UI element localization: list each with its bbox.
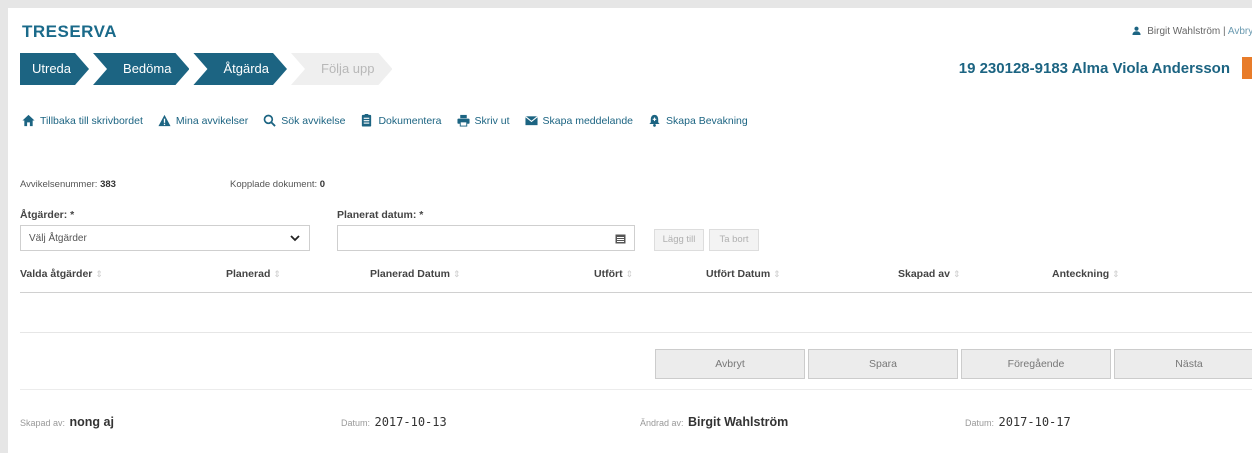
back-to-desk-link[interactable]: Tillbaka till skrivbordet <box>22 114 143 127</box>
toolbar-label: Mina avvikelser <box>175 114 249 127</box>
column-header-skapad-av[interactable]: Skapad av ⇕ <box>898 268 961 280</box>
search-deviation-link[interactable]: Sök avvikelse <box>263 114 345 127</box>
created-by: Skapad av: nong aj <box>20 413 114 431</box>
column-header-label: Skapad av <box>898 268 950 280</box>
add-action-button[interactable]: Lägg till <box>654 229 704 251</box>
actions-select[interactable]: Välj Åtgärder <box>20 225 310 251</box>
column-header-planerad-datum[interactable]: Planerad Datum ⇕ <box>370 268 461 280</box>
user-box: Birgit Wahlström | Avbryt <box>1132 26 1252 37</box>
sort-icon: ⇕ <box>773 269 781 279</box>
footer-divider <box>20 389 1252 390</box>
step-folja-upp[interactable]: Följa upp <box>291 53 392 85</box>
changed-date: Datum: 2017-10-17 <box>965 413 1071 431</box>
sort-icon: ⇕ <box>273 269 281 279</box>
step-atgarda[interactable]: Åtgärda <box>193 53 287 85</box>
create-watch-link[interactable]: Skapa Bevakning <box>648 114 748 127</box>
column-header-label: Utfört Datum <box>706 268 771 280</box>
envelope-icon <box>524 116 538 126</box>
created-date-label: Datum: <box>341 418 371 428</box>
calendar-icon[interactable] <box>615 233 626 244</box>
created-date: Datum: 2017-10-13 <box>341 413 447 431</box>
toolbar-label: Skapa meddelande <box>542 114 634 127</box>
cancel-link[interactable]: Avbryt <box>1228 26 1252 37</box>
sort-icon: ⇕ <box>452 269 461 279</box>
column-header-label: Planerad <box>226 268 271 280</box>
create-message-link[interactable]: Skapa meddelande <box>524 114 634 127</box>
remove-action-button[interactable]: Ta bort <box>709 229 759 251</box>
user-name: Birgit Wahlström <box>1147 26 1221 37</box>
linked-documents: Kopplade dokument: 0 <box>230 179 325 190</box>
column-header-anteckning[interactable]: Anteckning ⇕ <box>1052 268 1120 280</box>
page: TRESERVA Birgit Wahlström | Avbryt Utred… <box>8 8 1252 453</box>
column-header-planerad[interactable]: Planerad ⇕ <box>226 268 281 280</box>
document-link[interactable]: Dokumentera <box>360 114 442 127</box>
changed-by: Ändrad av: Birgit Wahlström <box>640 413 788 431</box>
previous-button[interactable]: Föregående <box>961 349 1111 379</box>
step-bedoma[interactable]: Bedöma <box>93 53 189 85</box>
toolbar-label: Sök avvikelse <box>281 114 346 127</box>
table-divider <box>20 332 1252 333</box>
search-icon <box>263 114 276 127</box>
workflow-steps: Utreda Bedöma Åtgärda Följa upp <box>20 53 396 85</box>
deviation-number-value: 383 <box>100 179 116 190</box>
next-button[interactable]: Nästa <box>1114 349 1252 379</box>
created-by-label: Skapad av: <box>20 418 66 428</box>
column-header-label: Valda åtgärder <box>20 268 93 280</box>
actions-table-header: Valda åtgärder ⇕ Planerad ⇕ Planerad Datum… <box>20 260 1252 293</box>
print-link[interactable]: Skriv ut <box>456 114 510 127</box>
toolbar: Tillbaka till skrivbordet Mina avvikelse… <box>22 114 763 127</box>
orange-logo-icon <box>1242 57 1252 79</box>
actions-select-value: Välj Åtgärder <box>29 233 87 244</box>
changed-date-value: 2017-10-17 <box>998 415 1071 429</box>
home-icon <box>22 114 35 127</box>
linked-documents-value: 0 <box>319 179 326 190</box>
toolbar-label: Dokumentera <box>378 114 442 127</box>
created-date-value: 2017-10-13 <box>374 415 447 429</box>
column-header-valda-atgarder[interactable]: Valda åtgärder ⇕ <box>20 268 103 280</box>
sort-icon: ⇕ <box>1112 269 1120 279</box>
linked-documents-label: Kopplade dokument: <box>230 179 318 190</box>
warning-icon <box>158 114 171 127</box>
my-deviations-link[interactable]: Mina avvikelser <box>158 114 248 127</box>
column-header-label: Planerad Datum <box>370 268 450 280</box>
created-by-value: nong aj <box>69 415 114 429</box>
toolbar-label: Skriv ut <box>474 114 510 127</box>
column-header-label: Anteckning <box>1052 268 1110 280</box>
column-header-utfort-datum[interactable]: Utfört Datum ⇕ <box>706 268 781 280</box>
changed-by-value: Birgit Wahlström <box>687 415 789 429</box>
chevron-down-icon <box>290 235 300 242</box>
toolbar-label: Tillbaka till skrivbordet <box>40 114 143 127</box>
planned-date-label: Planerat datum: * <box>337 209 424 221</box>
actions-label: Åtgärder: * <box>20 209 75 221</box>
save-button[interactable]: Spara <box>808 349 958 379</box>
patient-identifier: 19 230128-9183 Alma Viola Andersson <box>958 60 1230 77</box>
step-utreda[interactable]: Utreda <box>20 53 89 85</box>
user-icon <box>1132 26 1142 35</box>
document-icon <box>362 114 372 127</box>
app-brand: TRESERVA <box>22 22 118 41</box>
toolbar-label: Skapa Bevakning <box>666 114 748 127</box>
deviation-number: Avvikelsenummer: 383 <box>20 179 116 190</box>
sort-icon: ⇕ <box>95 269 103 279</box>
user-separator: | <box>1220 26 1228 37</box>
column-header-label: Utfört <box>594 268 623 280</box>
changed-date-label: Datum: <box>965 418 995 428</box>
deviation-number-label: Avvikelsenummer: <box>20 179 98 190</box>
changed-by-label: Ändrad av: <box>640 418 684 428</box>
bell-icon <box>649 114 660 127</box>
sort-icon: ⇕ <box>952 269 961 279</box>
printer-icon <box>456 114 470 127</box>
sort-icon: ⇕ <box>625 269 634 279</box>
column-header-utfort[interactable]: Utfört ⇕ <box>594 268 633 280</box>
cancel-button[interactable]: Avbryt <box>655 349 805 379</box>
planned-date-input[interactable] <box>337 225 635 251</box>
